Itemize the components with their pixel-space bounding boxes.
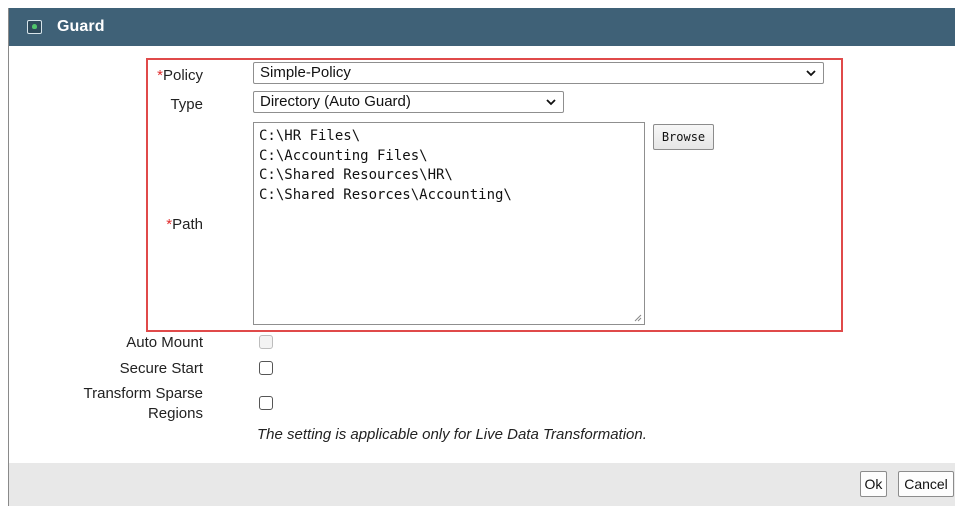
path-label: *Path — [166, 216, 203, 233]
ldt-note: The setting is applicable only for Live … — [257, 426, 647, 443]
transform-sparse-checkbox[interactable] — [259, 396, 273, 410]
type-select-value: Directory (Auto Guard) — [260, 93, 411, 110]
ok-button[interactable]: Ok — [860, 471, 887, 497]
auto-mount-label: Auto Mount — [126, 334, 203, 351]
policy-select-value: Simple-Policy — [260, 64, 351, 81]
cancel-button[interactable]: Cancel — [898, 471, 954, 497]
type-select[interactable]: Directory (Auto Guard) — [253, 91, 564, 113]
chevron-down-icon — [806, 70, 816, 77]
secure-start-checkbox[interactable] — [259, 361, 273, 375]
policy-label: *Policy — [157, 67, 203, 84]
dialog-titlebar: Guard — [9, 8, 955, 46]
policy-select[interactable]: Simple-Policy — [253, 62, 824, 84]
auto-mount-checkbox[interactable] — [259, 335, 273, 349]
secure-start-label: Secure Start — [119, 360, 203, 377]
resize-handle-icon[interactable] — [633, 313, 642, 322]
type-label: Type — [170, 96, 203, 113]
dialog-title: Guard — [57, 18, 105, 35]
path-line: C:\HR Files\ — [259, 128, 361, 144]
path-textarea[interactable]: C:\HR Files\ C:\Accounting Files\ C:\Sha… — [253, 122, 645, 325]
browse-button[interactable]: Browse — [653, 124, 714, 150]
dialog-footer: Ok Cancel — [9, 463, 955, 506]
path-line: C:\Shared Resources\HR\ — [259, 167, 453, 183]
path-line: C:\Shared Resorces\Accounting\ — [259, 186, 512, 203]
guard-dialog: Guard *Policy Simple-Policy Type Directo… — [8, 8, 955, 506]
path-line: C:\Accounting Files\ — [259, 147, 428, 164]
transform-sparse-label: Transform Sparse Regions — [49, 384, 203, 424]
transform-sparse-label-line1: Transform Sparse — [83, 385, 203, 402]
chevron-down-icon — [546, 99, 556, 106]
transform-sparse-label-line2: Regions — [147, 405, 203, 422]
guard-shield-icon — [27, 20, 42, 34]
